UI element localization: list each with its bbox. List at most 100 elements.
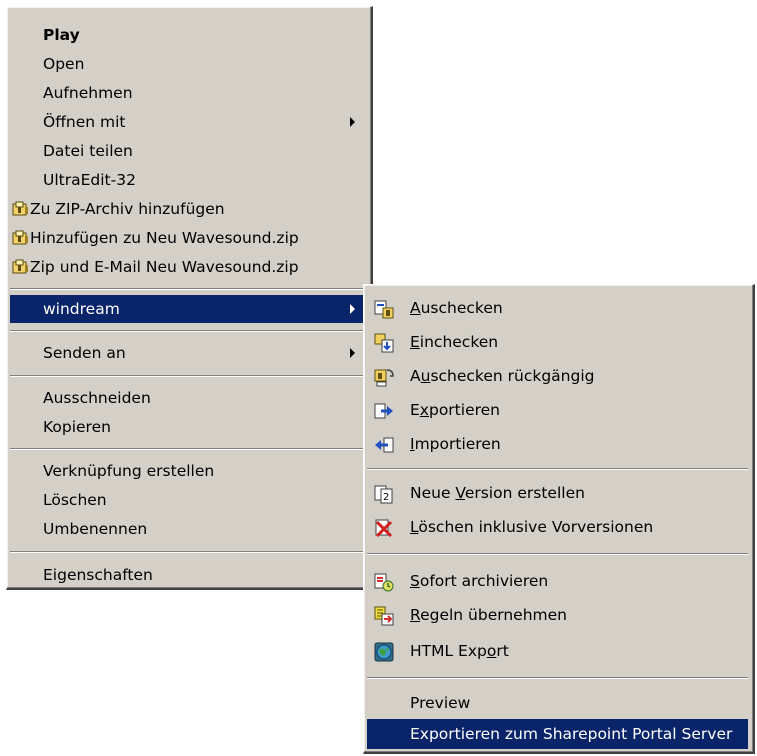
- label-rest: mportieren: [414, 435, 501, 453]
- submenu-item-auschecken[interactable]: Auschecken: [367, 294, 748, 322]
- menu-item-label: Importieren: [410, 430, 501, 458]
- accelerator-key: R: [410, 606, 421, 624]
- menu-separator: [10, 375, 366, 377]
- menu-item-label: Zu ZIP-Archiv hinzufügen: [30, 200, 225, 218]
- export-icon: [374, 403, 393, 419]
- label-rest: uschecken: [420, 299, 503, 317]
- accelerator-key: A: [410, 299, 421, 317]
- label-start: A: [410, 367, 421, 385]
- menu-item-label: HTML Export: [410, 637, 509, 665]
- submenu-arrow-icon: [350, 117, 355, 127]
- label-rest: schecken rückgängig: [430, 367, 595, 385]
- menu-item-zip-add-named[interactable]: Hinzufügen zu Neu Wavesound.zip: [10, 224, 366, 252]
- menu-item-datei-teilen[interactable]: Datei teilen: [10, 137, 366, 165]
- menu-separator: [10, 288, 366, 290]
- menu-item-senden-an[interactable]: Senden an: [10, 339, 366, 367]
- menu-item-ultraedit[interactable]: UltraEdit-32: [10, 166, 366, 194]
- menu-item-label: Datei teilen: [43, 142, 133, 160]
- menu-item-label: Auschecken: [410, 294, 503, 322]
- winzip-icon: [12, 201, 28, 216]
- menu-item-oeffnen-mit[interactable]: Öffnen mit: [10, 108, 366, 136]
- menu-separator: [367, 468, 748, 470]
- label-rest: ofort archivieren: [419, 572, 549, 590]
- menu-item-loeschen[interactable]: Löschen: [10, 486, 366, 514]
- label-rest: inchecken: [419, 333, 499, 351]
- menu-item-label: Exportieren: [410, 396, 500, 424]
- menu-item-label: Senden an: [43, 344, 126, 362]
- menu-item-label: Kopieren: [43, 418, 111, 436]
- menu-item-label: Löschen inklusive Vorversionen: [410, 513, 653, 541]
- menu-item-label: Hinzufügen zu Neu Wavesound.zip: [30, 229, 299, 247]
- menu-item-label: Verknüpfung erstellen: [43, 462, 215, 480]
- menu-item-windream[interactable]: windream: [10, 295, 366, 323]
- submenu-item-einchecken[interactable]: Einchecken: [367, 328, 748, 356]
- menu-item-label: UltraEdit-32: [43, 171, 136, 189]
- globe-icon: [374, 642, 394, 662]
- menu-item-label: Exportieren zum Sharepoint Portal Server: [410, 725, 733, 743]
- submenu-item-neue-version[interactable]: 2 Neue Version erstellen: [367, 479, 748, 507]
- submenu-item-sofort-archivieren[interactable]: Sofort archivieren: [367, 567, 748, 595]
- menu-item-label: Aufnehmen: [43, 84, 133, 102]
- label-start: E: [410, 401, 420, 419]
- submenu-item-preview[interactable]: Preview: [367, 689, 748, 717]
- menu-item-aufnehmen[interactable]: Aufnehmen: [10, 79, 366, 107]
- checkin-icon: [374, 333, 394, 353]
- label-rest: öschen inklusive Vorversionen: [418, 518, 654, 536]
- menu-item-open[interactable]: Open: [10, 50, 366, 78]
- delete-versions-icon: [375, 519, 393, 538]
- menu-item-ausschneiden[interactable]: Ausschneiden: [10, 384, 366, 412]
- menu-item-zip-email[interactable]: Zip und E-Mail Neu Wavesound.zip: [10, 253, 366, 281]
- submenu-item-sharepoint-export[interactable]: Exportieren zum Sharepoint Portal Server: [367, 719, 748, 749]
- new-version-icon: 2: [374, 485, 393, 504]
- archive-icon: [374, 573, 394, 592]
- menu-item-umbenennen[interactable]: Umbenennen: [10, 515, 366, 543]
- menu-item-label: Ausschneiden: [43, 389, 151, 407]
- menu-item-eigenschaften[interactable]: Eigenschaften: [10, 561, 366, 589]
- menu-item-zip-add[interactable]: Zu ZIP-Archiv hinzufügen: [10, 195, 366, 223]
- menu-item-label: Preview: [410, 694, 471, 712]
- label-rest: ersion erstellen: [464, 484, 585, 502]
- label-start: Neue: [410, 484, 456, 502]
- menu-item-label: Öffnen mit: [43, 113, 126, 131]
- menu-item-label: windream: [43, 300, 120, 318]
- menu-separator: [10, 551, 366, 553]
- menu-item-label: Eigenschaften: [43, 566, 153, 584]
- accelerator-key: x: [419, 401, 429, 419]
- menu-item-play[interactable]: Play: [10, 21, 366, 49]
- menu-separator: [367, 677, 748, 679]
- submenu-item-importieren[interactable]: Importieren: [367, 430, 748, 458]
- menu-item-label: Löschen: [43, 491, 107, 509]
- label-rest: egeln übernehmen: [420, 606, 567, 624]
- submenu-item-loeschen-vorversionen[interactable]: Löschen inklusive Vorversionen: [367, 513, 748, 541]
- submenu-arrow-icon: [350, 348, 355, 358]
- menu-item-label: Einchecken: [410, 328, 498, 356]
- context-menu: Play Open Aufnehmen Öffnen mit Datei tei…: [6, 6, 373, 590]
- rules-icon: [374, 606, 394, 626]
- menu-separator: [10, 330, 366, 332]
- label-rest: rt: [496, 642, 509, 660]
- submenu-item-auschecken-rueckgaengig[interactable]: Auschecken rückgängig: [367, 362, 748, 390]
- svg-text:2: 2: [383, 492, 389, 503]
- windream-submenu: Auschecken Einchecken Auschecken rückgän…: [363, 284, 755, 754]
- undo-checkout-icon: [374, 369, 394, 387]
- label-rest: portieren: [428, 401, 500, 419]
- winzip-icon: [12, 230, 28, 245]
- menu-item-label: Auschecken rückgängig: [410, 362, 594, 390]
- submenu-item-html-export[interactable]: HTML Export: [367, 637, 748, 665]
- menu-item-label: Play: [43, 26, 80, 44]
- submenu-item-regeln[interactable]: Regeln übernehmen: [367, 601, 748, 629]
- menu-separator: [10, 448, 366, 450]
- submenu-item-exportieren[interactable]: Exportieren: [367, 396, 748, 424]
- menu-item-label: Zip und E-Mail Neu Wavesound.zip: [30, 258, 299, 276]
- winzip-icon: [12, 259, 28, 274]
- submenu-arrow-icon: [350, 304, 355, 314]
- menu-item-label: Open: [43, 55, 85, 73]
- menu-item-label: Regeln übernehmen: [410, 601, 567, 629]
- menu-item-verknuepfung[interactable]: Verknüpfung erstellen: [10, 457, 366, 485]
- accelerator-key: E: [410, 333, 420, 351]
- accelerator-key: u: [420, 367, 431, 385]
- menu-item-label: Sofort archivieren: [410, 567, 548, 595]
- menu-item-kopieren[interactable]: Kopieren: [10, 413, 366, 441]
- import-icon: [375, 437, 394, 453]
- menu-separator: [367, 553, 748, 555]
